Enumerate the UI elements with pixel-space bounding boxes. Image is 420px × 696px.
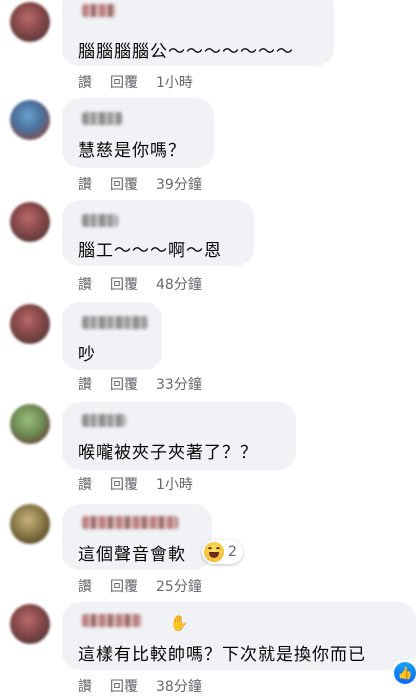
- haha-icon: [204, 542, 224, 562]
- comment-time[interactable]: 25分鐘: [156, 576, 202, 596]
- avatar[interactable]: [10, 2, 50, 42]
- reaction-count: 2: [228, 544, 237, 560]
- comment-item: 腦工～～～啊～恩 讚回覆 48分鐘: [0, 200, 420, 300]
- comment-actions: 讚回覆 39分鐘: [78, 174, 220, 194]
- comment-text: 喉嚨被夾子夾著了？？: [78, 443, 258, 463]
- comment-bubble: [62, 302, 162, 370]
- commenter-name[interactable]: [82, 112, 122, 125]
- comment-text: 慧慈是你嗎？: [78, 141, 186, 161]
- waving-hand-icon: ✋: [168, 612, 190, 634]
- like-button[interactable]: 讚: [78, 72, 92, 92]
- reaction-summary[interactable]: 2: [202, 540, 243, 564]
- commenter-name[interactable]: [82, 316, 148, 329]
- reply-button[interactable]: 回覆: [110, 274, 138, 294]
- comment-item: 慧慈是你嗎？ 讚回覆 39分鐘: [0, 98, 420, 198]
- like-button[interactable]: 讚: [78, 576, 92, 596]
- avatar[interactable]: [10, 604, 50, 644]
- avatar[interactable]: [10, 404, 50, 444]
- commenter-name[interactable]: [82, 4, 116, 17]
- comment-text: 這個聲音會軟: [78, 545, 186, 565]
- comment-item: 腦腦腦腦公～～～～～～～ 讚回覆 1小時: [0, 0, 420, 96]
- commenter-name[interactable]: [82, 614, 142, 627]
- comment-time[interactable]: 38分鐘: [156, 676, 202, 696]
- like-button[interactable]: 讚: [78, 474, 92, 494]
- comment-time[interactable]: 1小時: [156, 72, 193, 92]
- commenter-name[interactable]: [82, 516, 178, 529]
- like-icon[interactable]: 👍: [394, 662, 416, 684]
- comment-item: ✋ 這樣有比較帥嗎？下次就是換你而已 讚回覆 38分鐘: [0, 600, 420, 695]
- comment-text: 腦工～～～啊～恩: [78, 241, 222, 261]
- commenter-name[interactable]: [82, 414, 126, 427]
- comment-item: 這個聲音會軟 2 讚回覆 25分鐘: [0, 500, 420, 598]
- comment-time[interactable]: 1小時: [156, 474, 193, 494]
- avatar[interactable]: [10, 100, 50, 140]
- comment-text: 這樣有比較帥嗎？下次就是換你而已: [78, 645, 366, 665]
- reply-button[interactable]: 回覆: [110, 374, 138, 394]
- commenter-name[interactable]: [82, 214, 118, 227]
- reply-button[interactable]: 回覆: [110, 474, 138, 494]
- comment-actions: 讚回覆 1小時: [78, 474, 211, 494]
- reply-button[interactable]: 回覆: [110, 72, 138, 92]
- comment-actions: 讚回覆 33分鐘: [78, 374, 220, 394]
- like-button[interactable]: 讚: [78, 174, 92, 194]
- avatar[interactable]: [10, 304, 50, 344]
- comment-item: 吵 讚回覆 33分鐘: [0, 300, 420, 398]
- avatar[interactable]: [10, 202, 50, 242]
- comment-time[interactable]: 33分鐘: [156, 374, 202, 394]
- reply-button[interactable]: 回覆: [110, 576, 138, 596]
- avatar[interactable]: [10, 504, 50, 544]
- comment-text: 吵: [78, 345, 96, 365]
- like-button[interactable]: 讚: [78, 274, 92, 294]
- like-button[interactable]: 讚: [78, 676, 92, 696]
- comment-time[interactable]: 48分鐘: [156, 274, 202, 294]
- comment-actions: 讚回覆 1小時: [78, 72, 211, 92]
- comment-item: 喉嚨被夾子夾著了？？ 讚回覆 1小時: [0, 400, 420, 498]
- comment-text: 腦腦腦腦公～～～～～～～: [78, 42, 294, 62]
- comment-time[interactable]: 39分鐘: [156, 174, 202, 194]
- like-button[interactable]: 讚: [78, 374, 92, 394]
- reply-button[interactable]: 回覆: [110, 174, 138, 194]
- comment-actions: 讚回覆 48分鐘: [78, 274, 220, 294]
- reply-button[interactable]: 回覆: [110, 676, 138, 696]
- comment-actions: 讚回覆 25分鐘: [78, 576, 220, 596]
- comment-actions: 讚回覆 38分鐘: [78, 676, 220, 696]
